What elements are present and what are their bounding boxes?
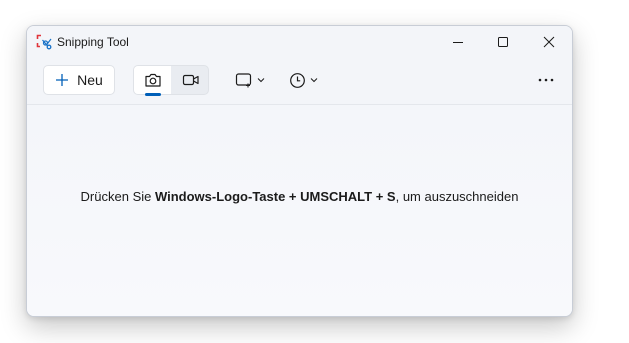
shortcut-hint: Drücken Sie Windows-Logo-Taste + UMSCHAL… xyxy=(27,189,572,204)
screenshot-mode-button[interactable] xyxy=(134,66,171,96)
more-icon xyxy=(538,78,554,82)
capture-mode-toggle xyxy=(133,65,209,96)
rectangle-snip-icon xyxy=(235,73,252,88)
snip-mode-dropdown[interactable] xyxy=(230,65,270,95)
maximize-button[interactable] xyxy=(480,26,526,58)
camera-icon xyxy=(144,73,161,87)
maximize-icon xyxy=(498,37,508,47)
minimize-button[interactable] xyxy=(435,26,481,58)
more-options-button[interactable] xyxy=(531,65,561,95)
title-bar[interactable]: Snipping Tool xyxy=(27,26,572,58)
window-title: Snipping Tool xyxy=(57,35,129,49)
new-snip-button[interactable]: Neu xyxy=(43,65,115,95)
video-mode-button[interactable] xyxy=(172,66,209,94)
new-snip-label: Neu xyxy=(77,72,103,88)
capture-area: Drücken Sie Windows-Logo-Taste + UMSCHAL… xyxy=(27,105,572,316)
video-camera-icon xyxy=(182,74,199,86)
plus-icon xyxy=(56,74,69,86)
toolbar: Neu xyxy=(27,58,572,105)
chevron-down-icon xyxy=(310,78,317,83)
hint-suffix: , um auszuschneiden xyxy=(395,189,519,204)
close-icon xyxy=(543,36,555,48)
selected-mode-indicator xyxy=(145,93,161,96)
hint-shortcut-keys: Windows-Logo-Taste + UMSCHALT + S xyxy=(154,189,396,204)
close-button[interactable] xyxy=(526,26,572,58)
snipping-tool-window: Snipping Tool Neu Drücken Sie Windows-Lo… xyxy=(26,25,573,317)
hint-prefix: Drücken Sie xyxy=(80,189,155,204)
snipping-tool-app-icon xyxy=(36,34,52,50)
delay-dropdown[interactable] xyxy=(283,65,323,95)
clock-icon xyxy=(289,72,305,88)
minimize-icon xyxy=(453,42,463,43)
chevron-down-icon xyxy=(257,78,265,83)
